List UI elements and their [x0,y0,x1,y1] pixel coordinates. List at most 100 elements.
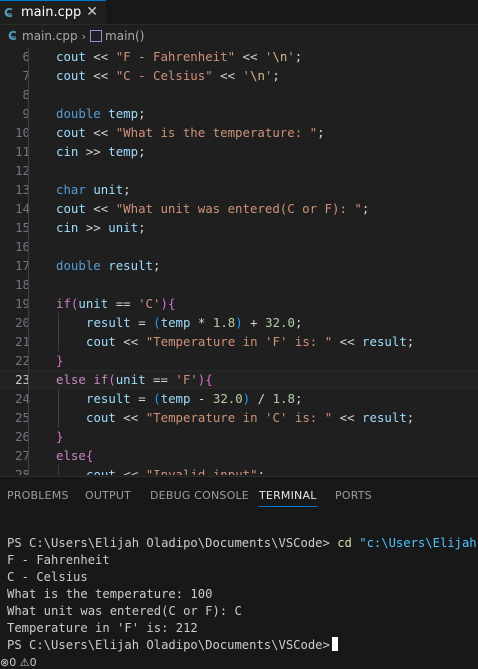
terminal-cursor [331,637,338,651]
code-text: cout << "Invalid input"; [86,467,266,475]
code-line[interactable]: 11 cin >> temp; [0,142,478,161]
line-number: 19 [15,296,30,311]
code-line[interactable]: 7 cout << "C - Celsius" << '\n'; [0,66,478,85]
terminal-command-arg: "c:\Users\Elijah Ola [359,536,477,550]
line-number: 25 [15,410,30,425]
tab-ports[interactable]: PORTS [335,489,372,502]
code-line[interactable]: 14 cout << "What unit was entered(C or F)… [0,199,478,218]
code-text: cout << "C - Celsius" << '\n'; [56,68,280,83]
code-line[interactable]: 21 cout << "Temperature in 'F' is: " << r… [0,332,478,351]
line-number: 12 [15,163,30,178]
code-text: cout << "Temperature in 'C' is: " << res… [86,410,415,425]
terminal-command: cd [337,536,352,550]
code-line[interactable]: 15 cin >> unit; [0,218,478,237]
code-line[interactable]: 20 result = (temp * 1.8) + 32.0; [0,313,478,332]
chevron-right-icon: › [81,29,87,43]
line-number: 6 [22,49,30,64]
code-line[interactable]: 10 cout << "What is the temperature: "; [0,123,478,142]
terminal-output: F - Fahrenheit C - Celsius What is the tem… [7,552,478,637]
line-number: 16 [15,239,30,254]
line-number: 8 [22,87,30,102]
line-number: 28 [15,467,30,475]
code-text: cout << "Temperature in 'F' is: " << res… [86,334,415,349]
code-line[interactable]: 27 else{ [0,446,478,465]
code-line[interactable]: 8 [0,85,478,104]
panel-tabs: PROBLEMS OUTPUT DEBUG CONSOLE TERMINAL PORTS [0,477,478,511]
tab-label: main.cpp [21,5,82,20]
terminal-output-line: What unit was entered(C or F): C [7,604,242,618]
tab-debug-console[interactable]: DEBUG CONSOLE [150,489,249,502]
line-number: 21 [15,334,30,349]
cpp-file-icon: C̵ [8,29,17,43]
warning-count[interactable]: 0 [30,656,37,669]
code-line[interactable]: 6 cout << "F - Fahrenheit" << '\n'; [0,47,478,66]
tab-output[interactable]: OUTPUT [85,489,131,502]
line-number: 10 [15,125,30,140]
line-number: 27 [15,448,30,463]
close-icon[interactable]: ✕ [86,4,98,20]
code-text: result = (temp - 32.0) / 1.8; [86,391,303,406]
cpp-file-icon: C̵ [4,5,13,20]
code-line[interactable]: 23 else if(unit == 'F'){ [0,370,478,389]
code-line[interactable]: 12 [0,161,478,180]
code-editor[interactable]: 6 cout << "F - Fahrenheit" << '\n'; 7 cout … [0,47,478,475]
code-text: cout << "What is the temperature: "; [56,125,325,140]
status-bar: ⊗0 ⚠0 [0,657,478,669]
terminal-output-line: C - Celsius [7,570,88,584]
tab-main-cpp[interactable]: C̵ main.cpp ✕ [0,0,106,24]
code-text: result = (temp * 1.8) + 32.0; [86,315,303,330]
terminal-prompt: PS C:\Users\Elijah Oladipo\Documents\VSC… [7,638,330,652]
indent-guide [58,465,59,475]
code-line[interactable]: 16 [0,237,478,256]
tab-problems[interactable]: PROBLEMS [7,489,69,502]
code-line[interactable]: 24 result = (temp - 32.0) / 1.8; [0,389,478,408]
indent-guide [28,47,29,475]
terminal-output-line: Temperature in 'F' is: 212 [7,621,198,635]
terminal-line: PS C:\Users\Elijah Oladipo\Documents\VSC… [7,535,478,552]
code-text: char unit; [56,182,131,197]
code-line[interactable]: 13 char unit; [0,180,478,199]
line-number: 24 [15,391,30,406]
code-line[interactable]: 26} [0,427,478,446]
line-number: 14 [15,201,30,216]
method-icon [90,30,103,42]
indent-guide [58,389,59,427]
code-text: cin >> temp; [56,144,146,159]
terminal[interactable]: PS C:\Users\Elijah Oladipo\Documents\VSC… [7,535,478,654]
line-number: 26 [15,429,30,444]
breadcrumb-symbol[interactable]: main() [105,29,144,43]
code-line[interactable]: 9 double temp; [0,104,478,123]
bottom-panel: PROBLEMS OUTPUT DEBUG CONSOLE TERMINAL PORTS… [0,476,478,658]
breadcrumb-file[interactable]: main.cpp [22,29,78,43]
code-line[interactable]: 25 cout << "Temperature in 'C' is: " << r… [0,408,478,427]
code-text: cin >> unit; [56,220,146,235]
code-line[interactable]: 28 cout << "Invalid input"; [0,465,478,475]
code-text: double temp; [56,106,146,121]
terminal-prompt: PS C:\Users\Elijah Oladipo\Documents\VSC… [7,536,330,550]
code-text: double result; [56,258,161,273]
code-text: if(unit == 'C'){ [56,296,176,311]
line-number: 20 [15,315,30,330]
code-line[interactable]: 22} [0,351,478,370]
breadcrumb: C̵ main.cpp › main() [0,25,478,47]
tab-terminal[interactable]: TERMINAL [259,489,317,507]
line-number: 23 [15,372,30,387]
terminal-output-line: What is the temperature: 100 [7,587,213,601]
code-line[interactable]: 19 if(unit == 'C'){ [0,294,478,313]
indent-guide [58,313,59,351]
line-number: 11 [15,144,30,159]
terminal-output-line: F - Fahrenheit [7,553,110,567]
warning-icon[interactable]: ⚠ [20,656,30,669]
code-text: cout << "What unit was entered(C or F): … [56,201,370,216]
code-line[interactable]: 18 [0,275,478,294]
error-icon[interactable]: ⊗ [0,656,9,669]
code-line[interactable]: 17 double result; [0,256,478,275]
code-text: else{ [56,448,94,463]
terminal-line: PS C:\Users\Elijah Oladipo\Documents\VSC… [7,637,478,654]
error-count[interactable]: 0 [9,656,16,669]
code-text: cout << "F - Fahrenheit" << '\n'; [56,49,303,64]
line-number: 7 [22,68,30,83]
line-number: 22 [15,353,30,368]
line-number: 9 [22,106,30,121]
editor-tab-bar: C̵ main.cpp ✕ [0,0,478,25]
